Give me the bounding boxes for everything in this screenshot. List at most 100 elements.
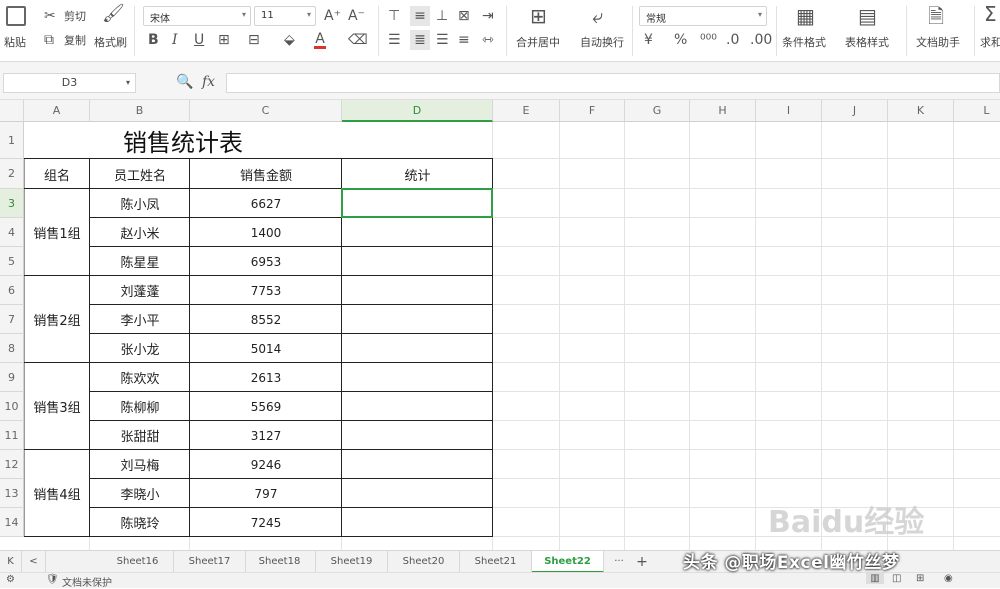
employee-name-cell[interactable]: 陈欢欢 [90,363,190,392]
add-sheet-button[interactable]: + [632,551,652,573]
macro-icon[interactable]: ⚙ [6,574,15,585]
conditional-format-icon[interactable]: ▦ [796,6,815,26]
increase-font-icon[interactable]: A⁺ [324,8,341,24]
zoom-fx-icon[interactable]: 🔍 [176,74,193,90]
paste-icon[interactable] [6,6,26,26]
table-style-button[interactable]: 表格样式 [845,36,889,49]
employee-name-cell[interactable]: 陈星星 [90,247,190,276]
doc-assistant-button[interactable]: 文档助手 [916,36,960,49]
employee-name-cell[interactable]: 刘马梅 [90,450,190,479]
copy-icon[interactable]: ⧉ [44,32,54,48]
thousands-icon[interactable]: ⁰⁰⁰ [700,32,717,48]
row-header-7[interactable]: 7 [0,305,24,334]
doc-assistant-icon[interactable]: 🗎 [928,6,944,26]
sum-button[interactable]: 求和 [980,36,1000,49]
fx-button[interactable]: fx [202,74,215,90]
orientation-icon[interactable]: ⊠ [458,8,470,24]
page-break-icon[interactable]: ⊞ [916,573,924,584]
name-box[interactable]: D3 [3,73,136,93]
currency-icon[interactable]: ¥ [644,32,653,48]
sales-amount-cell[interactable]: 8552 [190,305,342,334]
column-header-c[interactable]: C [190,100,342,122]
column-header-b[interactable]: B [90,100,190,122]
align-right-icon[interactable]: ☰ [436,32,449,48]
row-header-6[interactable]: 6 [0,276,24,305]
percent-button[interactable]: % [674,32,687,48]
column-header-f[interactable]: F [560,100,625,122]
sum-icon[interactable]: Σ [984,4,997,24]
sheet-tab-sheet21[interactable]: Sheet21 [460,551,532,573]
row-header-8[interactable]: 8 [0,334,24,363]
column-header-h[interactable]: H [690,100,756,122]
row-header-5[interactable]: 5 [0,247,24,276]
sheet-tab-sheet19[interactable]: Sheet19 [316,551,388,573]
sheet-tab-sheet16[interactable]: Sheet16 [102,551,174,573]
row-header-13[interactable]: 13 [0,479,24,508]
page-layout-icon[interactable]: ◫ [892,573,901,584]
prev-sheet-button[interactable]: < [22,551,46,573]
chevron-down-icon[interactable]: ▾ [126,75,130,91]
align-top-icon[interactable]: ⊤ [388,8,400,24]
fill-color-icon[interactable]: ⬙ [284,32,295,48]
decrease-font-icon[interactable]: A⁻ [348,8,365,24]
border-icon[interactable]: ⊞ [218,32,230,48]
copy-button[interactable]: 复制 [64,34,86,47]
table-style-icon[interactable]: ▤ [858,6,877,26]
column-header-l[interactable]: L [954,100,1000,122]
indent-icon[interactable]: ⇥ [482,8,494,24]
column-header-i[interactable]: I [756,100,822,122]
cut-button[interactable]: 剪切 [64,10,86,23]
employee-name-cell[interactable]: 刘蓬蓬 [90,276,190,305]
column-header-g[interactable]: G [625,100,690,122]
column-header-d[interactable]: D [342,100,493,122]
sales-amount-cell[interactable]: 2613 [190,363,342,392]
sheet-tab-sheet17[interactable]: Sheet17 [174,551,246,573]
sales-amount-cell[interactable]: 6627 [190,189,342,218]
format-painter-icon[interactable]: 🖌 [102,5,125,23]
more-sheets-button[interactable]: ··· [606,551,632,573]
row-header-11[interactable]: 11 [0,421,24,450]
row-header-10[interactable]: 10 [0,392,24,421]
select-all-corner[interactable] [0,100,24,122]
align-bottom-icon[interactable]: ⊥ [436,8,448,24]
align-center-icon[interactable]: ≣ [410,30,430,50]
sales-amount-cell[interactable]: 5014 [190,334,342,363]
sheet-tab-sheet18[interactable]: Sheet18 [244,551,316,573]
increase-decimal-icon[interactable]: .0 [726,32,739,48]
doc-protect-status[interactable]: 文档未保护 [62,574,112,589]
sales-amount-cell[interactable]: 797 [190,479,342,508]
align-middle-icon[interactable]: ≡ [410,6,430,26]
employee-name-cell[interactable]: 陈晓玲 [90,508,190,537]
group-name-cell[interactable]: 销售1组 [24,189,90,276]
justify-icon[interactable]: ≡ [458,32,470,48]
underline-button[interactable]: U [194,32,204,48]
reading-mode-icon[interactable]: ◉ [944,573,953,584]
number-format-select[interactable]: 常规 ▾ [639,6,767,26]
employee-name-cell[interactable]: 张甜甜 [90,421,190,450]
employee-name-cell[interactable]: 李晓小 [90,479,190,508]
italic-button[interactable]: I [172,32,178,48]
font-name-select[interactable]: 宋体 ▾ [143,6,251,26]
row-header-1[interactable]: 1 [0,122,24,159]
row-header-4[interactable]: 4 [0,218,24,247]
row-header-14[interactable]: 14 [0,508,24,537]
sales-amount-cell[interactable]: 7245 [190,508,342,537]
row-header-9[interactable]: 9 [0,363,24,392]
column-header-j[interactable]: J [822,100,888,122]
row-header-2[interactable]: 2 [0,159,24,189]
employee-name-cell[interactable]: 赵小米 [90,218,190,247]
font-size-select[interactable]: 11 ▾ [254,6,316,26]
sales-amount-cell[interactable]: 3127 [190,421,342,450]
sheet-tab-sheet20[interactable]: Sheet20 [388,551,460,573]
column-header-e[interactable]: E [493,100,560,122]
decrease-decimal-icon[interactable]: .00 [750,32,772,48]
cell-style-icon[interactable]: ⊟ [248,32,260,48]
column-header-a[interactable]: A [24,100,90,122]
sales-amount-cell[interactable]: 1400 [190,218,342,247]
normal-view-icon[interactable]: ▥ [866,573,884,584]
sales-amount-cell[interactable]: 6953 [190,247,342,276]
font-color-button[interactable]: A [314,31,326,49]
selected-cell-d3[interactable] [341,188,493,218]
distributed-icon[interactable]: ⇿ [482,32,494,48]
group-name-cell[interactable]: 销售2组 [24,276,90,363]
